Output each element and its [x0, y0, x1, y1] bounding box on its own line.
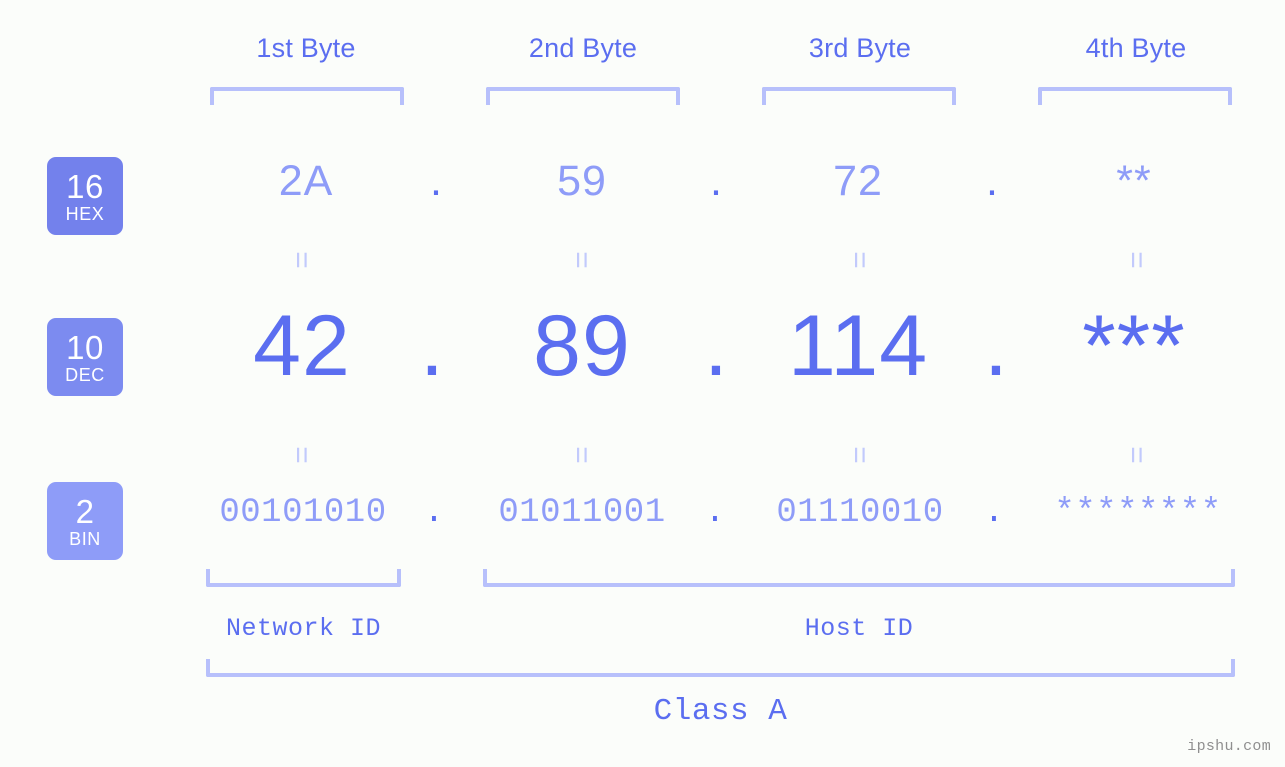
- byte-bracket-top-4: [1038, 87, 1232, 105]
- byte-bracket-top-1: [210, 87, 404, 105]
- dec-byte-1: 42: [253, 298, 351, 394]
- ip-byte-diagram: 1st Byte 2nd Byte 3rd Byte 4th Byte 16 H…: [0, 0, 1285, 767]
- bin-separator-2: .: [704, 494, 726, 532]
- host-id-label: Host ID: [804, 614, 914, 643]
- hex-byte-1: 2A: [278, 157, 334, 205]
- equality-mark-hex-dec-4: =: [1120, 251, 1153, 269]
- base-badge-bin: 2 BIN: [47, 482, 123, 560]
- class-bracket: [206, 659, 1235, 677]
- bin-byte-3: 01110010: [776, 494, 944, 532]
- dec-separator-1: .: [420, 298, 444, 394]
- equality-mark-dec-bin-2: =: [565, 446, 598, 464]
- byte-header-2: 2nd Byte: [528, 33, 638, 63]
- bin-byte-1: 00101010: [219, 494, 387, 532]
- hex-byte-4: **: [1116, 157, 1152, 205]
- hex-separator-2: .: [710, 157, 722, 205]
- byte-bracket-top-3: [762, 87, 956, 105]
- equality-mark-dec-bin-3: =: [843, 446, 876, 464]
- dec-separator-3: .: [984, 298, 1008, 394]
- base-badge-bin-number: 2: [75, 492, 95, 530]
- bin-separator-3: .: [983, 494, 1005, 532]
- byte-header-3: 3rd Byte: [808, 33, 912, 63]
- hex-byte-2: 59: [557, 157, 607, 205]
- equality-mark-dec-bin-4: =: [1120, 446, 1153, 464]
- byte-header-4: 4th Byte: [1085, 33, 1187, 63]
- base-badge-dec: 10 DEC: [47, 318, 123, 396]
- base-badge-bin-label: BIN: [69, 528, 101, 549]
- equality-mark-hex-dec-3: =: [843, 251, 876, 269]
- equality-mark-hex-dec-2: =: [565, 251, 598, 269]
- network-id-label: Network ID: [225, 614, 382, 643]
- bin-separator-1: .: [423, 494, 445, 532]
- base-badge-hex-number: 16: [66, 167, 104, 205]
- dec-byte-3: 114: [787, 298, 929, 394]
- byte-header-1: 1st Byte: [256, 33, 356, 63]
- hex-separator-3: .: [986, 157, 998, 205]
- host-id-bracket: [483, 569, 1235, 587]
- base-badge-hex: 16 HEX: [47, 157, 123, 235]
- base-badge-hex-label: HEX: [65, 203, 105, 224]
- equality-mark-hex-dec-1: =: [285, 251, 318, 269]
- byte-bracket-top-2: [486, 87, 680, 105]
- class-label: Class A: [653, 694, 788, 729]
- dec-separator-2: .: [704, 298, 728, 394]
- base-badge-dec-label: DEC: [65, 364, 105, 385]
- hex-separator-1: .: [430, 157, 442, 205]
- dec-byte-2: 89: [533, 298, 631, 394]
- hex-byte-3: 72: [833, 157, 883, 205]
- site-watermark: ipshu.com: [1187, 738, 1271, 755]
- bin-byte-2: 01011001: [498, 494, 666, 532]
- dec-byte-4: ***: [1082, 298, 1186, 394]
- base-badge-dec-number: 10: [66, 328, 104, 366]
- equality-mark-dec-bin-1: =: [285, 446, 318, 464]
- bin-byte-4: ********: [1054, 494, 1222, 532]
- network-id-bracket: [206, 569, 401, 587]
